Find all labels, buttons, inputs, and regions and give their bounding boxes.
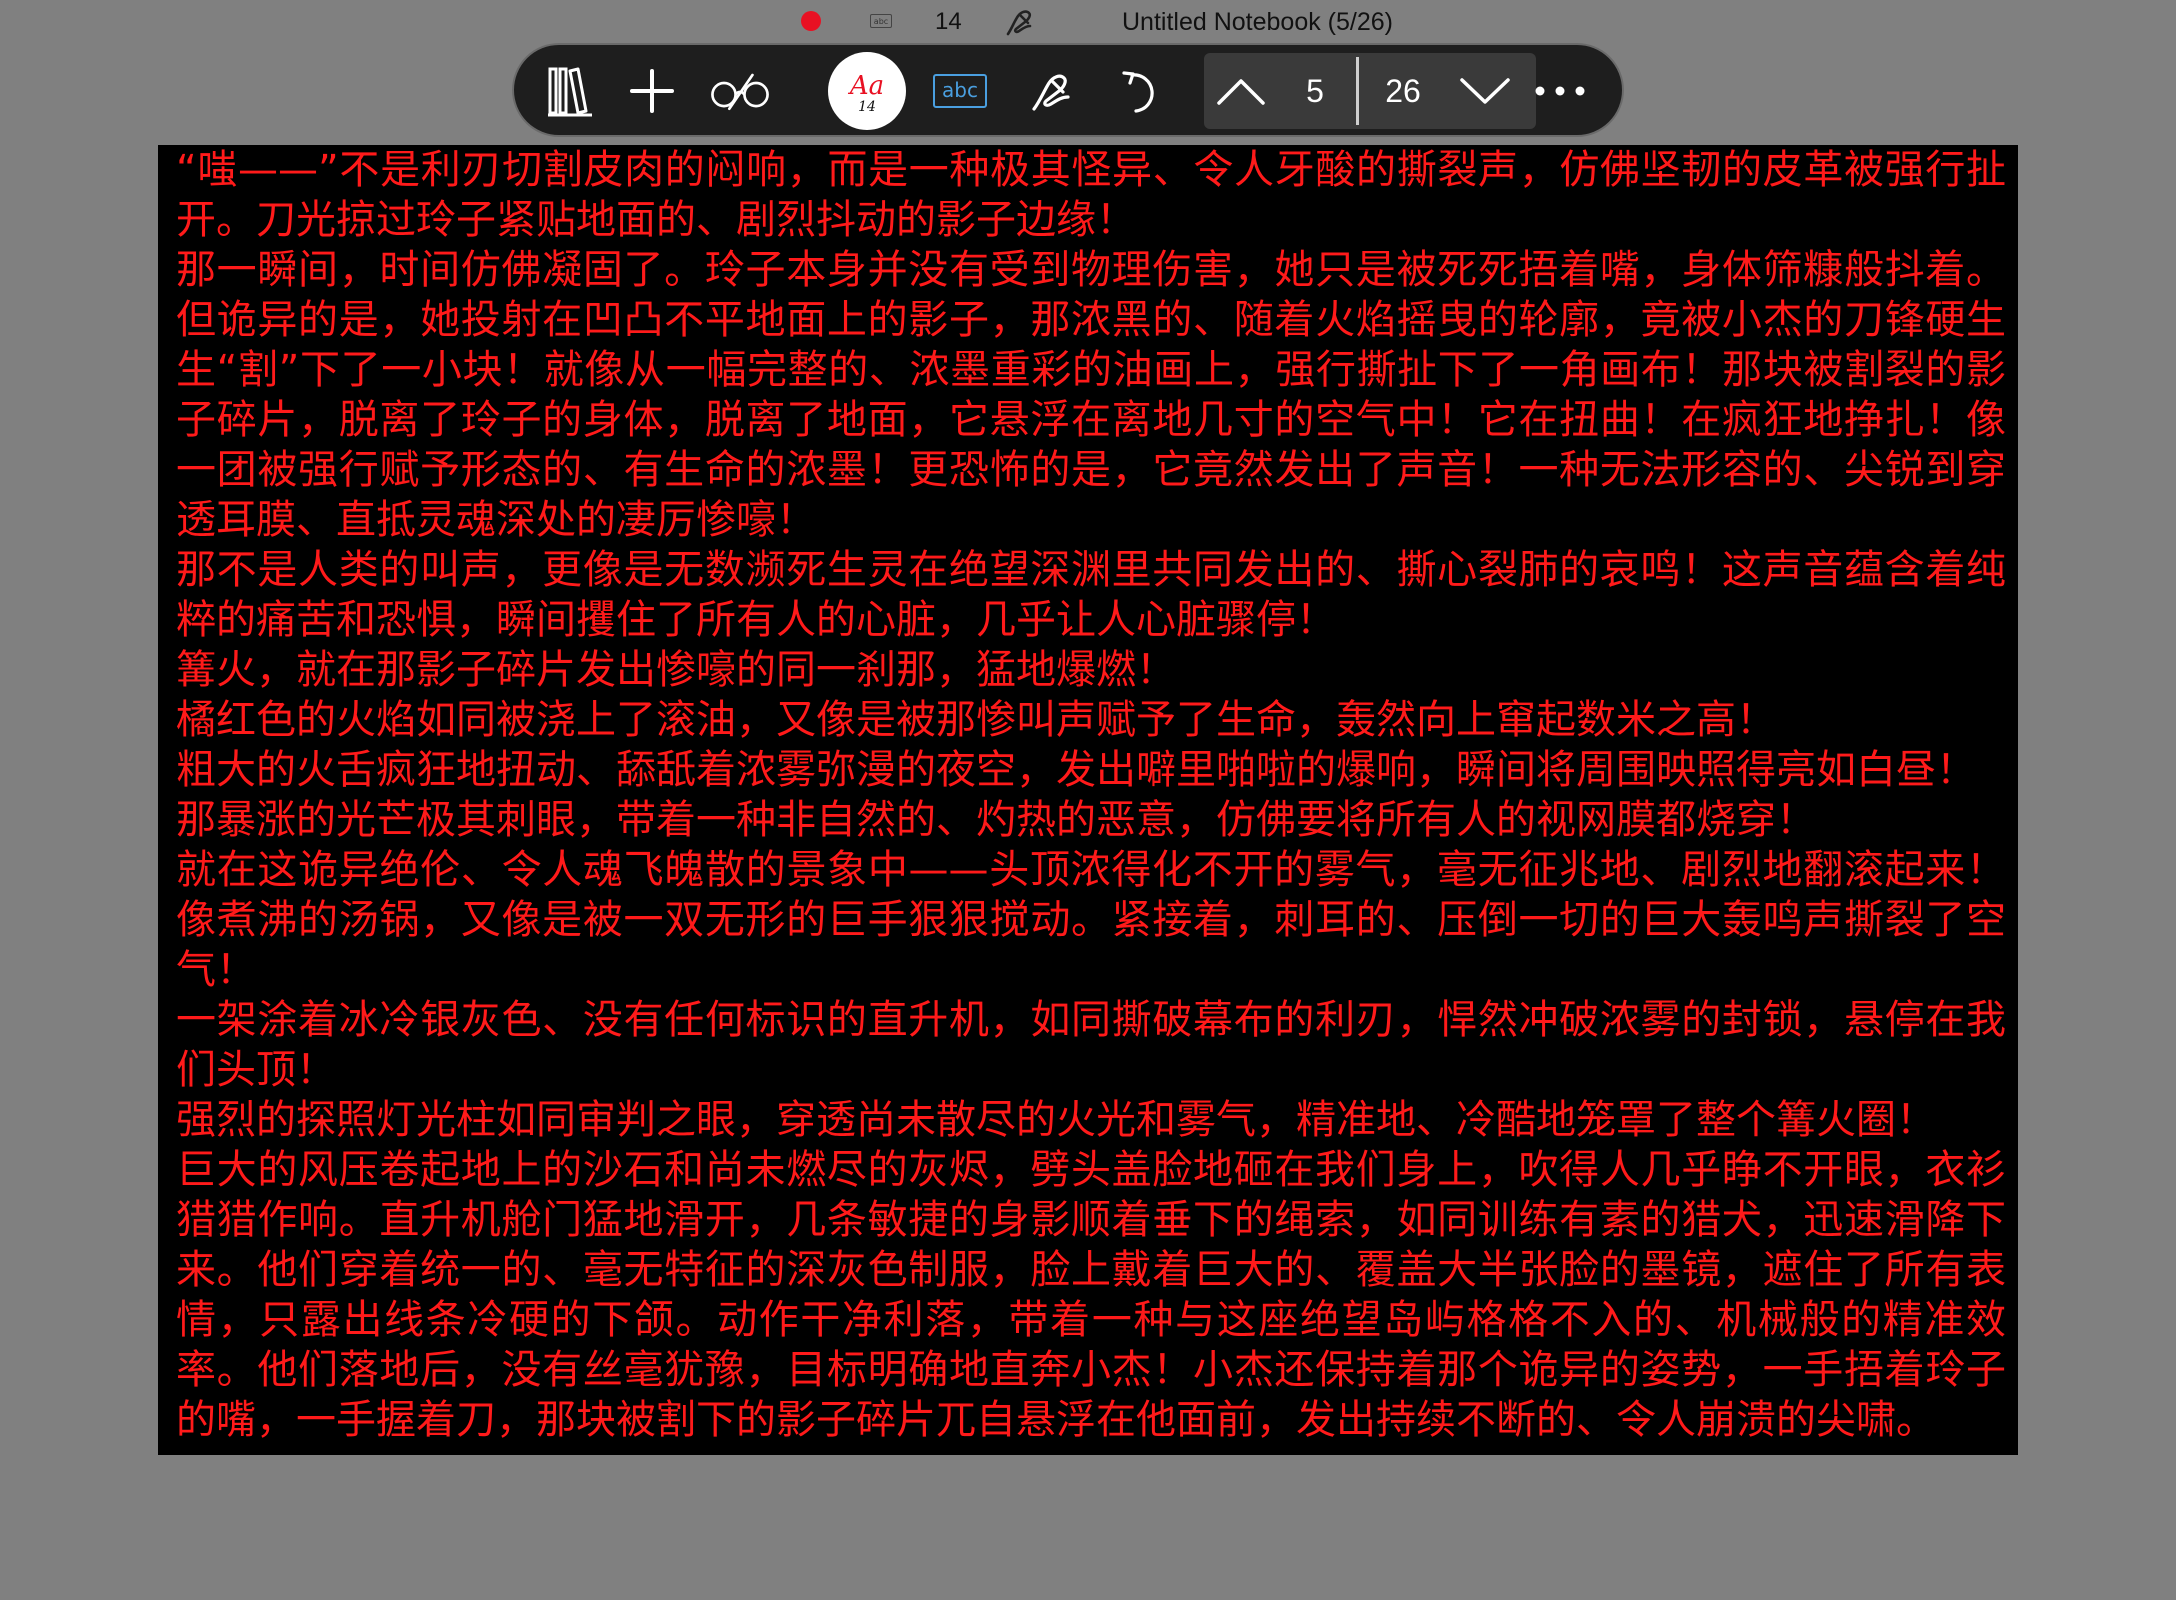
library-icon	[548, 67, 592, 117]
previous-page-button[interactable]	[1204, 53, 1278, 129]
add-page-button[interactable]	[620, 59, 684, 123]
paragraph: 一架涂着冰冷银灰色、没有任何标识的直升机，如同撕破幕布的利刃，悍然冲破浓雾的封锁…	[176, 997, 2006, 1093]
abc-icon: abc	[933, 74, 987, 108]
more-icon	[1535, 86, 1585, 96]
current-page-number[interactable]: 5	[1278, 53, 1352, 129]
document-page[interactable]: “嗤——”不是利刃切割皮肉的闷响，而是一种极其怪异、令人牙酸的撕裂声，仿佛坚韧的…	[158, 145, 2018, 1455]
paragraph: “嗤——”不是利刃切割皮肉的闷响，而是一种极其怪异、令人牙酸的撕裂声，仿佛坚韧的…	[176, 147, 2006, 243]
handwriting-button[interactable]	[1020, 59, 1084, 123]
undo-icon	[1122, 71, 1154, 113]
paragraph: 巨大的风压卷起地上的沙石和尚未燃尽的灰烬，劈头盖脸地砸在我们身上，吹得人几乎睁不…	[176, 1147, 2006, 1443]
total-pages: 26	[1385, 73, 1421, 109]
paragraph: 那暴涨的光芒极其刺眼，带着一种非自然的、灼热的恶意，仿佛要将所有人的视网膜都烧穿…	[176, 797, 1816, 843]
paragraph: 橘红色的火焰如同被浇上了滚油，又像是被那惨叫声赋予了生命，轰然向上窜起数米之高！	[176, 697, 1776, 743]
paragraph: 篝火，就在那影子碎片发出惨嚎的同一刹那，猛地爆燃！	[176, 647, 1176, 693]
paragraph: 强烈的探照灯光柱如同审判之眼，穿透尚未散尽的火光和雾气，精准地、冷酷地笼罩了整个…	[176, 1097, 1936, 1143]
paragraph: 就在这诡异绝伦、令人魂飞魄散的景象中——头顶浓得化不开的雾气，毫无征兆地、剧烈地…	[176, 847, 2006, 993]
undo-button[interactable]	[1108, 59, 1172, 123]
paragraph: 那不是人类的叫声，更像是无数濒死生灵在绝望深渊里共同发出的、撕心裂肺的哀鸣！这声…	[176, 547, 2006, 643]
chevron-down-icon	[1460, 78, 1510, 104]
font-size-label: 14	[858, 99, 876, 115]
status-strip: abc 14 Untitled Notebook (5/26)	[0, 0, 2176, 44]
page-navigator: 5 26	[1204, 53, 1536, 129]
signature-icon	[1002, 4, 1038, 40]
page-divider	[1356, 57, 1359, 125]
reading-mode-button[interactable]	[708, 59, 772, 123]
chevron-up-icon	[1217, 79, 1265, 105]
signature-icon	[1032, 74, 1070, 111]
notebook-title: Untitled Notebook (5/26)	[1122, 8, 1393, 36]
plus-icon	[630, 69, 674, 113]
text-tool-button[interactable]: abc	[928, 59, 992, 123]
text-tool-indicator[interactable]: abc	[870, 14, 892, 28]
document-text: “嗤——”不是利刃切割皮肉的闷响，而是一种极其怪异、令人牙酸的撕裂声，仿佛坚韧的…	[176, 145, 2006, 1445]
paragraph: 那一瞬间，时间仿佛凝固了。玲子本身并没有受到物理伤害，她只是被死死捂着嘴，身体筛…	[176, 247, 2006, 543]
pen-color-indicator[interactable]	[801, 11, 821, 31]
glasses-icon	[711, 73, 769, 111]
font-size-indicator: 14	[935, 8, 962, 35]
app-window: abc 14 Untitled Notebook (5/26) Aa 14 ab…	[0, 0, 2176, 1600]
paragraph: 粗大的火舌疯狂地扭动、舔舐着浓雾弥漫的夜空，发出噼里啪啦的爆响，瞬间将周围映照得…	[176, 747, 1976, 793]
next-page-button[interactable]	[1440, 53, 1530, 129]
font-settings-button[interactable]: Aa 14	[828, 52, 906, 130]
library-button[interactable]	[538, 59, 602, 123]
font-aa-label: Aa	[849, 71, 885, 101]
toolbar: Aa 14 abc 5 26	[512, 43, 1624, 137]
more-options-button[interactable]	[1528, 59, 1592, 123]
